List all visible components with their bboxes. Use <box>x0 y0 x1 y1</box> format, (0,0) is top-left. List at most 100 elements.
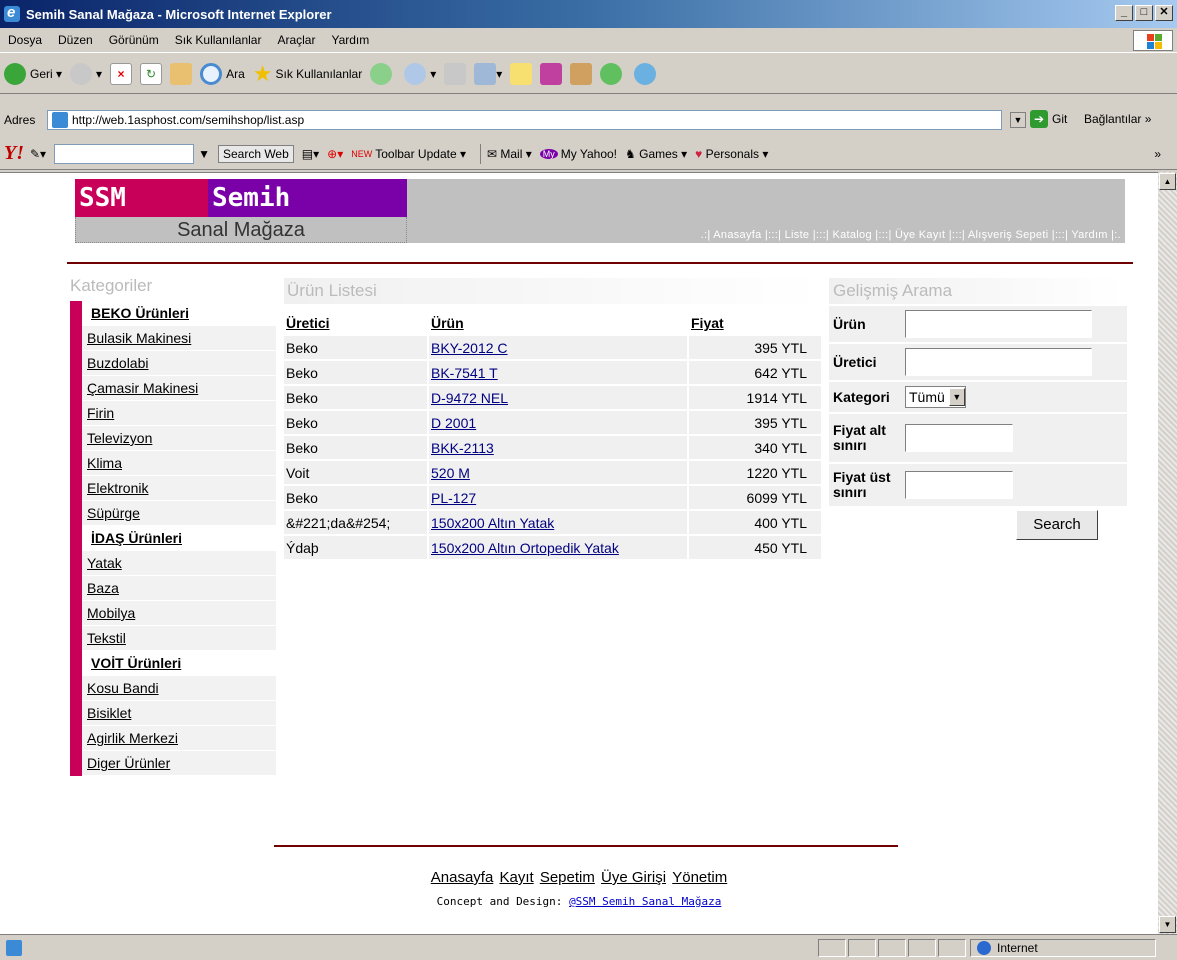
product-link[interactable]: D-9472 NEL <box>429 386 689 409</box>
category-item[interactable]: Tekstil <box>82 626 276 651</box>
links-button[interactable]: Bağlantılar » <box>1084 112 1151 126</box>
table-row: Beko D-9472 NEL 1914 YTL <box>284 386 821 409</box>
menu-bar: Dosya Düzen Görünüm Sık Kullanılanlar Ar… <box>0 28 1177 53</box>
product-link[interactable]: BKY-2012 C <box>429 336 689 359</box>
menu-tools[interactable]: Araçlar <box>269 33 323 47</box>
product-link[interactable]: BKK-2113 <box>429 436 689 459</box>
category-item[interactable]: Agirlik Merkezi <box>82 726 276 751</box>
research-button[interactable] <box>570 62 593 85</box>
top-nav[interactable]: .:| Anasayfa |:::| Liste |:::| Katalog |… <box>701 229 1121 241</box>
footer-link-login[interactable]: Üye Girişi <box>601 869 666 886</box>
maker-input[interactable] <box>905 348 1092 376</box>
category-item[interactable]: Bulasik Makinesi <box>82 326 276 351</box>
ie-icon <box>4 4 20 22</box>
site-header-band: .:| Anasayfa |:::| Liste |:::| Katalog |… <box>407 179 1125 243</box>
menu-favorites[interactable]: Sık Kullanılanlar <box>167 33 270 47</box>
product-input[interactable] <box>905 310 1092 338</box>
category-item[interactable]: Çamasir Makinesi <box>82 376 276 401</box>
yahoo-search-input[interactable] <box>54 143 195 164</box>
product-link[interactable]: 150x200 Altın Yatak <box>429 511 689 534</box>
column-header-price[interactable]: Fiyat <box>689 312 821 334</box>
search-button[interactable]: Ara <box>200 62 245 85</box>
logo-semih: Semih <box>208 179 407 217</box>
address-input[interactable]: http://web.1asphost.com/semihshop/list.a… <box>47 110 1002 130</box>
search-button[interactable]: Search <box>1016 510 1098 540</box>
category-item[interactable]: Bisiklet <box>82 701 276 726</box>
category-item[interactable]: Yatak <box>82 551 276 576</box>
home-button[interactable] <box>170 62 193 85</box>
icq-button[interactable] <box>600 62 626 85</box>
column-header-maker[interactable]: Üretici <box>284 312 429 334</box>
product-link[interactable]: D 2001 <box>429 411 689 434</box>
product-link[interactable]: 150x200 Altın Ortopedik Yatak <box>429 536 689 559</box>
scroll-up-button[interactable]: ▲ <box>1159 173 1176 190</box>
go-button[interactable]: ➔ Git <box>1030 110 1067 128</box>
maximize-button[interactable]: □ <box>1135 5 1153 21</box>
my-yahoo-button[interactable]: My My Yahoo! <box>539 147 617 161</box>
favorites-button[interactable]: ★ Sık Kullanılanlar <box>253 61 362 87</box>
category-group-voit[interactable]: VOİT Ürünleri <box>82 651 276 676</box>
footer-link-admin[interactable]: Yönetim <box>672 869 727 886</box>
scroll-down-button[interactable]: ▼ <box>1159 916 1176 933</box>
category-item[interactable]: Baza <box>82 576 276 601</box>
minimize-button[interactable]: _ <box>1115 5 1133 21</box>
edit-button[interactable]: ▾ <box>474 62 502 85</box>
footer-credit: Concept and Design: @SSM Semih Sanal Mağ… <box>436 895 722 908</box>
min-price-input[interactable] <box>905 424 1013 452</box>
address-label: Adres <box>4 113 36 127</box>
stop-button[interactable]: × <box>110 62 133 85</box>
column-header-product[interactable]: Ürün <box>429 312 689 334</box>
category-group-idas[interactable]: İDAŞ Ürünleri <box>82 526 276 551</box>
pencil-icon[interactable]: ✎▾ <box>30 147 46 161</box>
category-item[interactable]: Firin <box>82 401 276 426</box>
print-button[interactable] <box>444 62 467 85</box>
mail-button[interactable]: ▾ <box>404 62 436 85</box>
product-link[interactable]: BK-7541 T <box>429 361 689 384</box>
menu-file[interactable]: Dosya <box>0 33 50 47</box>
product-link[interactable]: 520 M <box>429 461 689 484</box>
category-item[interactable]: Süpürge <box>82 501 276 526</box>
menu-help[interactable]: Yardım <box>323 33 377 47</box>
product-link[interactable]: PL-127 <box>429 486 689 509</box>
category-item[interactable]: Buzdolabi <box>82 351 276 376</box>
address-dropdown-button[interactable]: ▼ <box>1010 112 1026 128</box>
category-item[interactable]: Mobilya <box>82 601 276 626</box>
category-label: Kategori <box>833 388 890 405</box>
category-item[interactable]: Elektronik <box>82 476 276 501</box>
category-group-beko[interactable]: BEKO Ürünleri <box>82 301 276 326</box>
mail-button-yahoo[interactable]: ✉ Mail ▾ <box>487 147 532 161</box>
toolbar-overflow-chevron[interactable]: » <box>1154 147 1161 161</box>
history-button[interactable] <box>370 62 396 85</box>
highlight-icon[interactable]: ▤▾ <box>302 147 319 161</box>
credit-link[interactable]: @SSM Semih Sanal Mağaza <box>569 895 721 908</box>
refresh-button[interactable]: ↻ <box>140 62 163 85</box>
footer-link-home[interactable]: Anasayfa <box>431 869 494 886</box>
target-icon[interactable]: ⊕▾ <box>327 147 343 161</box>
toolbar-update-button[interactable]: NEW Toolbar Update ▾ <box>351 147 466 161</box>
category-item[interactable]: Kosu Bandi <box>82 676 276 701</box>
yahoo-search-dropdown[interactable]: ▼ <box>198 147 210 161</box>
max-price-input[interactable] <box>905 471 1013 499</box>
messenger-button[interactable] <box>540 62 563 85</box>
flower-icon <box>600 62 623 85</box>
contacts-button[interactable] <box>634 62 660 85</box>
personals-button[interactable]: ♥ Personals ▾ <box>695 147 768 161</box>
category-item[interactable]: Klima <box>82 451 276 476</box>
site-logo[interactable]: SSM Semih Sanal Mağaza <box>75 179 407 243</box>
window-titlebar: Semih Sanal Mağaza - Microsoft Internet … <box>0 0 1177 28</box>
footer-link-cart[interactable]: Sepetim <box>540 869 595 886</box>
back-button[interactable]: Geri ▾ <box>4 62 62 85</box>
discuss-button[interactable] <box>510 62 533 85</box>
yahoo-logo[interactable]: Y! <box>4 142 24 165</box>
category-item[interactable]: Diger Ürünler <box>82 751 276 776</box>
category-select[interactable]: Tümü ▼ <box>905 386 966 408</box>
category-item[interactable]: Televizyon <box>82 426 276 451</box>
menu-edit[interactable]: Düzen <box>50 33 101 47</box>
menu-view[interactable]: Görünüm <box>101 33 167 47</box>
footer-link-register[interactable]: Kayıt <box>499 869 533 886</box>
yahoo-search-web-button[interactable]: Search Web <box>217 144 294 163</box>
forward-button[interactable]: ▾ <box>70 62 102 85</box>
games-button[interactable]: ♞ Games ▾ <box>625 147 687 161</box>
close-button[interactable]: ✕ <box>1155 5 1173 21</box>
vertical-scrollbar[interactable]: ▲ ▼ <box>1158 172 1177 934</box>
